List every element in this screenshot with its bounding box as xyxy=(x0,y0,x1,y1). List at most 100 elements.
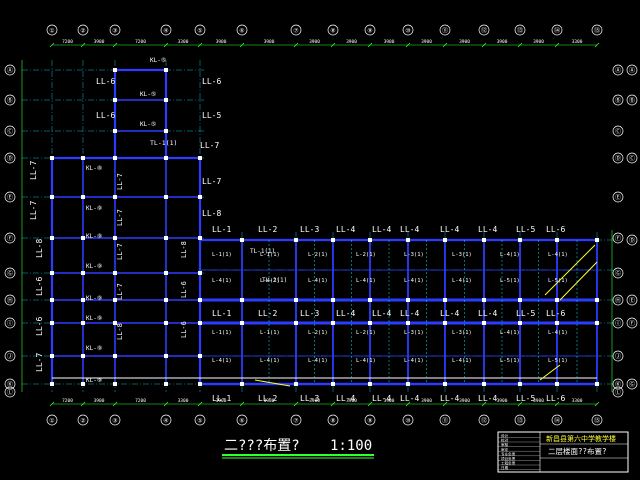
secondary-beam-label: L-4(1) xyxy=(452,358,472,364)
axis-bubble-label: ④ xyxy=(163,28,168,35)
dimension-value: 3900 xyxy=(459,39,470,45)
wall-label: LL-8 xyxy=(35,239,44,258)
column-marker xyxy=(50,236,54,240)
column-marker xyxy=(482,238,486,242)
column-marker xyxy=(113,129,117,133)
secondary-beam-label: L-4(1) xyxy=(212,358,232,364)
wall-label: LL-7 xyxy=(116,209,124,226)
secondary-beam-label: L-1(1) xyxy=(260,252,280,258)
column-marker xyxy=(164,195,168,199)
wall-label: LL-7 xyxy=(35,353,44,372)
wall-label: LL-8 xyxy=(202,209,221,218)
column-marker xyxy=(198,382,202,386)
column-marker xyxy=(198,236,202,240)
column-marker xyxy=(406,238,410,242)
column-marker xyxy=(482,321,486,325)
dimension-value: 3300 xyxy=(572,398,583,404)
column-marker xyxy=(50,195,54,199)
column-marker xyxy=(555,321,559,325)
axis-bubble-label: Ⓒ xyxy=(629,155,635,163)
column-marker xyxy=(331,298,335,302)
dimension-value: 3900 xyxy=(264,39,275,45)
axis-bubble-label: ④ xyxy=(163,418,168,425)
column-marker xyxy=(164,321,168,325)
axis-bubble-label: Ⓓ xyxy=(629,237,635,245)
drawing-scale: 1:100 xyxy=(330,438,372,454)
column-marker xyxy=(443,298,447,302)
wall-label: LL-7 xyxy=(29,161,38,180)
frame-beam-label: KL-⑨ xyxy=(86,205,102,212)
axis-bubble-label: ⑮ xyxy=(594,27,600,35)
secondary-beam-label: L-4(1) xyxy=(308,358,328,364)
title-block-row-label: 项目负责 xyxy=(501,456,516,461)
axis-bubble-label: ① xyxy=(49,418,54,425)
frame-beam-label: KL-⑨ xyxy=(86,345,102,352)
secondary-beam-label: L-2(1) xyxy=(356,330,376,336)
column-marker xyxy=(518,382,522,386)
column-marker xyxy=(443,238,447,242)
secondary-beam-label: L-4(1) xyxy=(356,278,376,284)
axis-bubble-label: ⑬ xyxy=(517,27,523,35)
column-marker xyxy=(482,298,486,302)
wall-label-top: LL-2 xyxy=(258,225,277,234)
axis-bubble-label: Ⓙ xyxy=(7,353,13,361)
axis-bubble-label: Ⓛ xyxy=(615,389,621,397)
axis-bubble-label: Ⓖ xyxy=(7,270,13,278)
dimension-value: 3900 xyxy=(94,398,105,404)
secondary-beam-label: L-1(1) xyxy=(260,330,280,336)
wall-label: LL-8 xyxy=(116,323,124,340)
axis-bubble-label: ⑮ xyxy=(594,417,600,425)
column-marker xyxy=(331,238,335,242)
wall-label: LL-7 xyxy=(116,243,124,260)
dimension-value: 3900 xyxy=(421,39,432,45)
wall-label: LL-7 xyxy=(200,141,219,150)
dimension-value: 3900 xyxy=(497,39,508,45)
dimension-value: 3300 xyxy=(178,398,189,404)
column-marker xyxy=(406,298,410,302)
axis-bubble-label: ② xyxy=(80,28,85,35)
wall-label-top: LL-4 xyxy=(440,225,459,234)
column-marker xyxy=(518,298,522,302)
column-marker xyxy=(113,271,117,275)
title-block-row-label: 审定 xyxy=(501,447,509,452)
axis-bubble-label: ⑬ xyxy=(517,417,523,425)
wall-label-mid: LL-5 xyxy=(516,309,535,318)
axis-bubble-label: ⑥ xyxy=(239,28,244,35)
axis-bubble-label: ⑧ xyxy=(330,418,335,425)
column-marker xyxy=(368,382,372,386)
secondary-beam-label: L-5(1) xyxy=(500,278,520,284)
column-marker xyxy=(595,382,599,386)
column-marker xyxy=(518,321,522,325)
secondary-beam-label: L-4(1) xyxy=(260,278,280,284)
axis-bubble-label: Ⓛ xyxy=(7,389,13,397)
wall-label-mid: LL-4 xyxy=(372,309,391,318)
dimension-value: 3900 xyxy=(497,398,508,404)
dimension-value: 7200 xyxy=(62,398,73,404)
column-marker xyxy=(406,321,410,325)
drawing-canvas: LL-6 LL-6 LL-6 LL-5 LL-7 LL-7 LL-7 LL-7 LL-8 LL-8… xyxy=(0,0,640,480)
column-marker xyxy=(198,195,202,199)
column-marker xyxy=(294,298,298,302)
axis-bubble-label: Ⓓ xyxy=(615,155,621,163)
column-marker xyxy=(198,156,202,160)
column-marker xyxy=(198,271,202,275)
axis-bubble-label: Ⓑ xyxy=(629,97,635,105)
axis-bubble-label: ⑪ xyxy=(442,417,448,425)
column-marker xyxy=(81,382,85,386)
wall-label-mid: LL-3 xyxy=(300,309,319,318)
column-marker xyxy=(482,382,486,386)
frame-beam-label: KL-⑨ xyxy=(86,233,102,240)
title-block-row-label: 专业负责 xyxy=(501,451,516,456)
wall-label-mid: LL-4 xyxy=(478,309,497,318)
floor-beam-plan: LL-6 LL-6 LL-6 LL-5 LL-7 LL-7 LL-7 LL-7 LL-8 LL-8… xyxy=(0,0,640,480)
secondary-beam-label: L-4(1) xyxy=(260,358,280,364)
dimension-value: 3900 xyxy=(346,398,357,404)
dimension-value: 3900 xyxy=(533,398,544,404)
secondary-beam-label: L-4(1) xyxy=(500,252,520,258)
axis-bubble-label: ⑭ xyxy=(554,27,560,35)
column-marker xyxy=(81,195,85,199)
column-marker xyxy=(294,238,298,242)
frame-beam-label: KL-⑨ xyxy=(86,315,102,322)
axis-bubble-label: Ⓓ xyxy=(7,155,13,163)
wall-label: LL-6 xyxy=(180,281,188,298)
